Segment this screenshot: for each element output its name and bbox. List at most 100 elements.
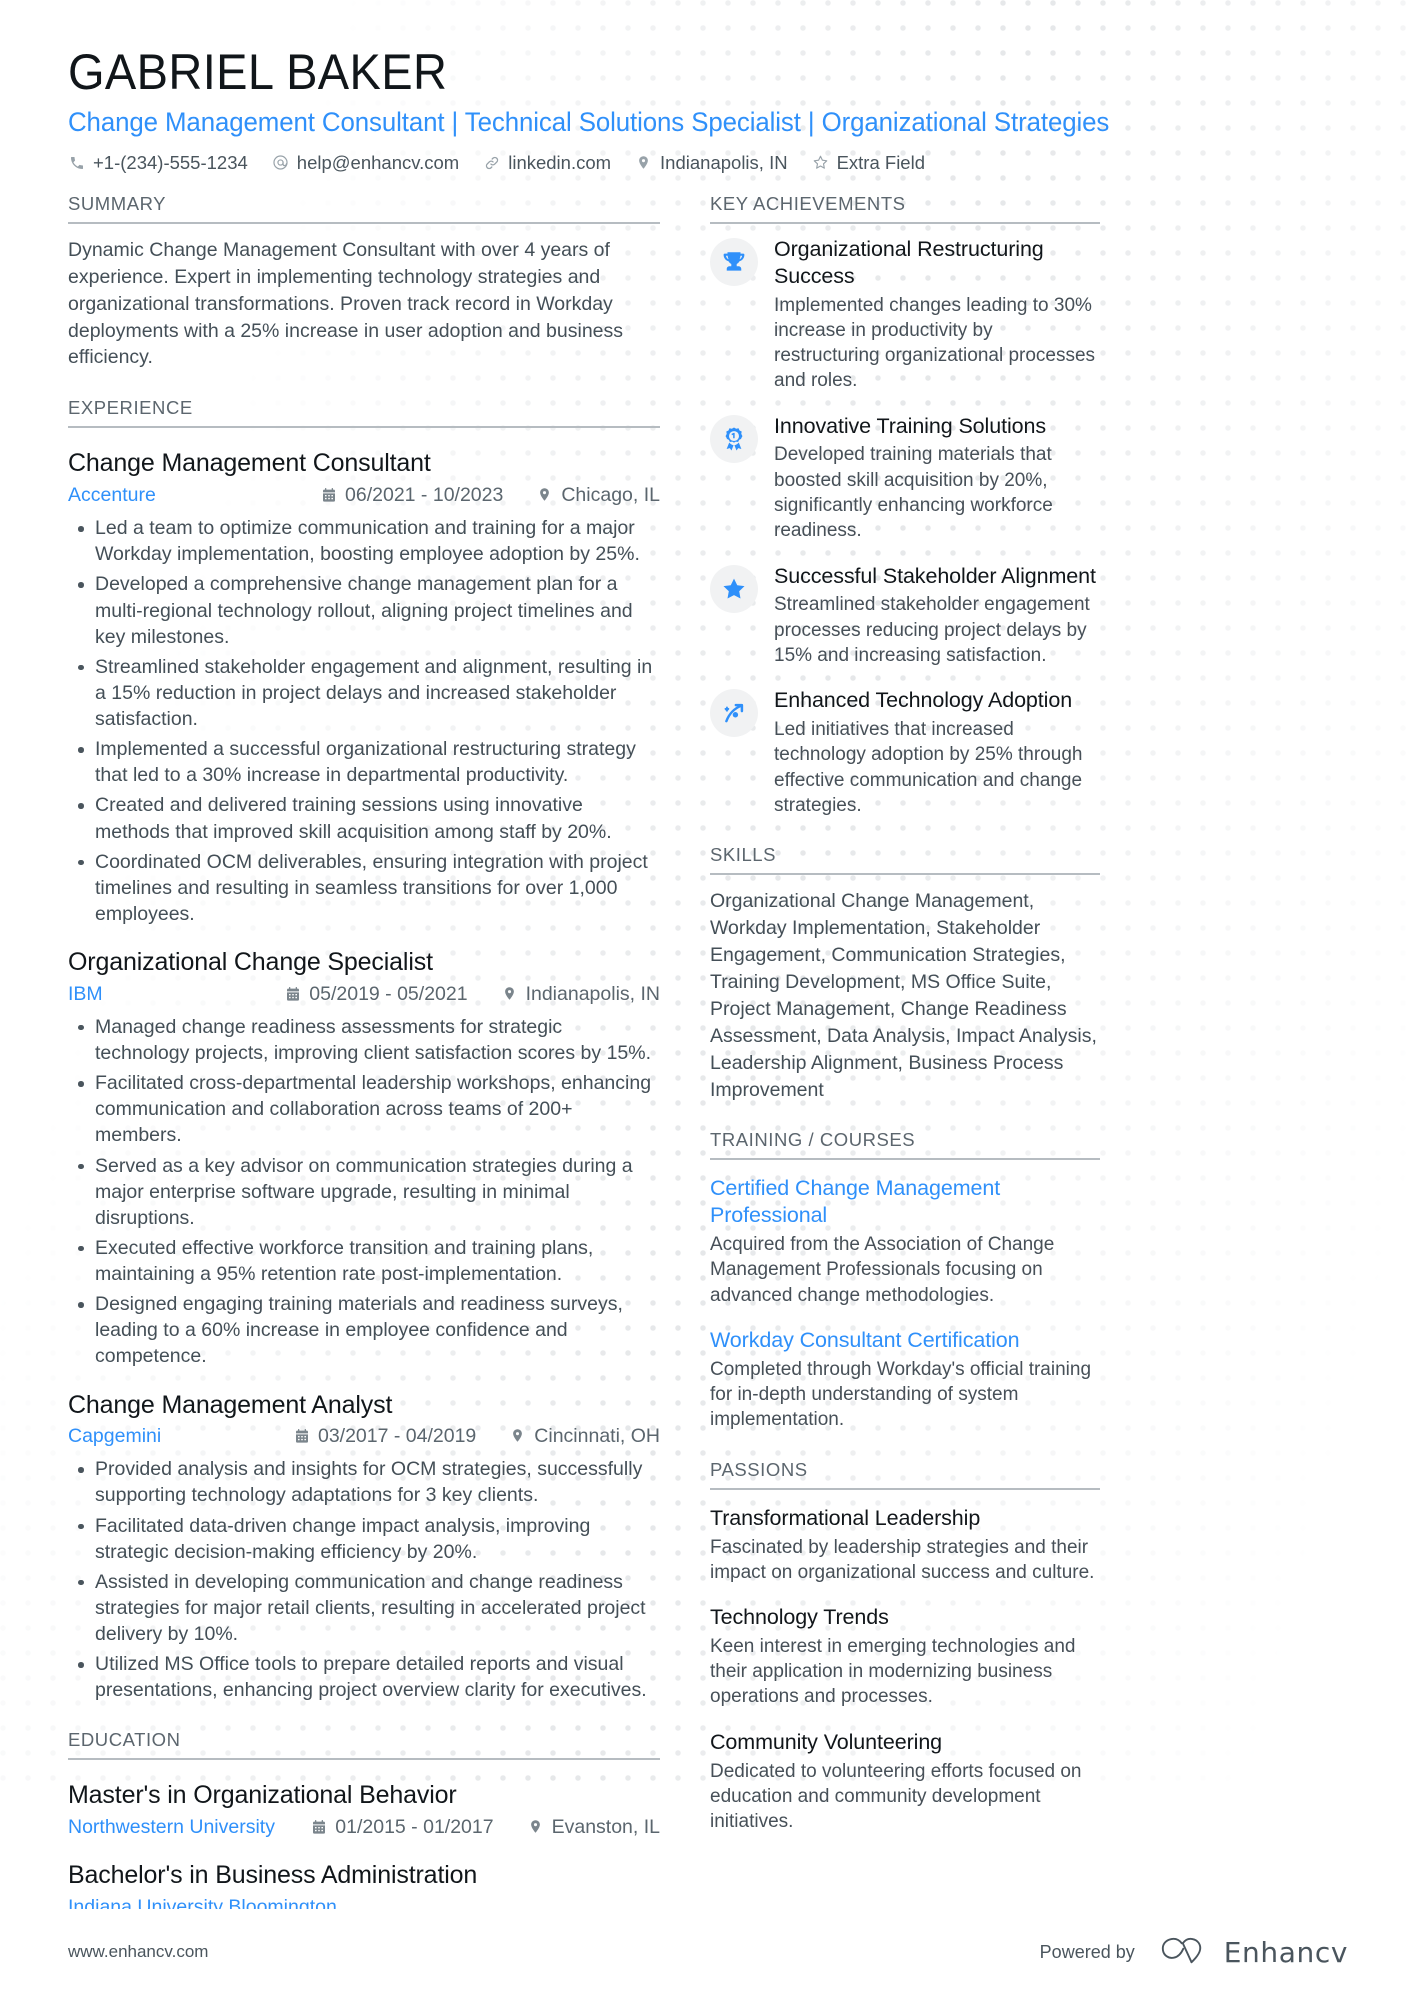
enhancv-mark-icon bbox=[1157, 1935, 1211, 1970]
contact-location: Indianapolis, IN bbox=[635, 152, 788, 174]
experience-bullet: Designed engaging training materials and… bbox=[68, 1291, 660, 1369]
passion-description: Fascinated by leadership strategies and … bbox=[710, 1536, 1095, 1583]
powered-by-label: Powered by bbox=[1039, 1941, 1135, 1962]
education-school[interactable]: Northwestern University bbox=[68, 1815, 275, 1840]
experience-role: Organizational Change Specialist bbox=[68, 948, 433, 977]
calendar-icon bbox=[311, 1819, 327, 1835]
location-pin-icon bbox=[502, 985, 518, 1001]
education-dates: 01/2015 - 01/2017 bbox=[311, 1815, 494, 1840]
location-pin-icon bbox=[537, 486, 553, 502]
achievement-description: Developed training materials that booste… bbox=[774, 444, 1053, 542]
experience-role: Change Management Consultant bbox=[68, 449, 431, 478]
experience-company[interactable]: IBM bbox=[68, 982, 103, 1007]
contact-linkedin[interactable]: linkedin.com bbox=[483, 152, 611, 174]
resume-page: GABRIEL BAKER Change Management Consulta… bbox=[0, 0, 1410, 1995]
star-filled-icon bbox=[710, 564, 758, 613]
right-column: KEY ACHIEVEMENTS Organizational Restruct… bbox=[710, 193, 1100, 1835]
experience-bullet: Developed a comprehensive change managem… bbox=[68, 571, 660, 649]
experience-bullet: Streamlined stakeholder engagement and a… bbox=[68, 654, 660, 732]
achievement-description: Led initiatives that increased technolog… bbox=[774, 719, 1083, 816]
experience-bullet: Led a team to optimize communication and… bbox=[68, 515, 660, 567]
experience-bullet: Coordinated OCM deliverables, ensuring i… bbox=[68, 849, 660, 927]
passion-title: Community Volunteering bbox=[710, 1729, 943, 1754]
email-icon bbox=[272, 154, 289, 171]
star-outline-icon bbox=[812, 154, 829, 171]
location-pin-icon bbox=[635, 154, 652, 171]
passion-item: Transformational Leadership Fascinated by… bbox=[710, 1505, 1100, 1585]
footer-branding: Powered by Enhancv bbox=[1040, 1935, 1348, 1970]
experience-entry: Change Management Consultant Accenture 06/… bbox=[68, 448, 660, 927]
left-column: SUMMARY Dynamic Change Management Consul… bbox=[68, 193, 660, 1950]
achievement-item: Enhanced Technology Adoption Led initiati… bbox=[710, 687, 1100, 818]
section-title-education: EDUCATION bbox=[68, 1729, 660, 1761]
phone-icon bbox=[68, 154, 85, 171]
section-skills: SKILLS Organizational Change Management,… bbox=[710, 844, 1100, 1103]
training-description: Completed through Workday's official tra… bbox=[710, 1358, 1092, 1431]
passion-item: Community Volunteering Dedicated to volun… bbox=[710, 1729, 1100, 1835]
achievement-title: Innovative Training Solutions bbox=[774, 413, 1046, 438]
training-item: Workday Consultant Certification Complete… bbox=[710, 1327, 1100, 1433]
achievement-title: Successful Stakeholder Alignment bbox=[774, 563, 1096, 588]
achievement-title: Organizational Restructuring Success bbox=[774, 236, 1044, 288]
achievement-item: Innovative Training Solutions Developed t… bbox=[710, 413, 1100, 544]
training-item: Certified Change Management Professional… bbox=[710, 1175, 1100, 1308]
experience-bullet: Facilitated cross-departmental leadershi… bbox=[68, 1070, 660, 1148]
location-pin-icon bbox=[528, 1818, 544, 1834]
experience-bullets: Provided analysis and insights for OCM s… bbox=[68, 1456, 660, 1703]
education-location: Evanston, IL bbox=[528, 1815, 660, 1840]
experience-dates-text: 03/2017 - 04/2019 bbox=[317, 1425, 477, 1448]
passion-title: Technology Trends bbox=[710, 1605, 889, 1630]
experience-location-text: Indianapolis, IN bbox=[525, 982, 660, 1005]
passion-description: Dedicated to volunteering efforts focuse… bbox=[710, 1760, 1082, 1833]
calendar-icon bbox=[321, 487, 337, 503]
achievement-item: Successful Stakeholder Alignment Streamli… bbox=[710, 563, 1100, 669]
contact-row: +1-(234)-555-1234 help@enhancv.com linke… bbox=[68, 152, 1350, 174]
training-title[interactable]: Workday Consultant Certification bbox=[710, 1327, 1100, 1354]
section-summary: SUMMARY Dynamic Change Management Consul… bbox=[68, 193, 660, 372]
experience-bullets: Managed change readiness assessments for… bbox=[68, 1014, 660, 1370]
experience-bullet: Managed change readiness assessments for… bbox=[68, 1014, 660, 1066]
experience-bullet: Implemented a successful organizational … bbox=[68, 736, 660, 788]
contact-phone[interactable]: +1-(234)-555-1234 bbox=[68, 152, 248, 174]
achievement-items: Organizational Restructuring Success Impl… bbox=[710, 236, 1100, 818]
experience-bullet: Facilitated data-driven change impact an… bbox=[68, 1513, 660, 1565]
enhancv-logo: Enhancv bbox=[1157, 1935, 1348, 1970]
footer-website-url[interactable]: www.enhancv.com bbox=[68, 1942, 208, 1962]
experience-location-text: Chicago, IL bbox=[561, 483, 660, 506]
experience-company[interactable]: Capgemini bbox=[68, 1424, 161, 1449]
achievement-body: Organizational Restructuring Success Impl… bbox=[774, 236, 1100, 394]
section-key-achievements: KEY ACHIEVEMENTS Organizational Restruct… bbox=[710, 193, 1100, 818]
experience-company[interactable]: Accenture bbox=[68, 483, 156, 508]
section-experience: EXPERIENCE Change Management Consultant A… bbox=[68, 397, 660, 1703]
section-passions: PASSIONS Transformational Leadership Fasc… bbox=[710, 1459, 1100, 1835]
contact-email-text: help@enhancv.com bbox=[296, 151, 460, 173]
contact-email[interactable]: help@enhancv.com bbox=[272, 152, 459, 174]
experience-location-text: Cincinnati, OH bbox=[534, 1425, 660, 1448]
experience-dates-text: 05/2019 - 05/2021 bbox=[309, 982, 468, 1005]
resume-content: GABRIEL BAKER Change Management Consulta… bbox=[0, 0, 1410, 1950]
contact-linkedin-text: linkedin.com bbox=[508, 151, 612, 173]
experience-bullet: Provided analysis and insights for OCM s… bbox=[68, 1456, 660, 1508]
achievement-body: Innovative Training Solutions Developed t… bbox=[774, 413, 1100, 544]
contact-phone-text: +1-(234)-555-1234 bbox=[93, 151, 248, 173]
resume-header: GABRIEL BAKER Change Management Consulta… bbox=[68, 44, 1350, 174]
education-degree: Bachelor's in Business Administration bbox=[68, 1861, 478, 1890]
candidate-headline: Change Management Consultant | Technical… bbox=[68, 107, 1110, 137]
section-title-training-courses: TRAINING / COURSES bbox=[710, 1129, 1100, 1161]
experience-location: Cincinnati, OH bbox=[510, 1424, 660, 1449]
experience-entry: Change Management Analyst Capgemini 03/201… bbox=[68, 1390, 660, 1704]
passion-items: Transformational Leadership Fascinated by… bbox=[710, 1505, 1100, 1835]
experience-bullet: Utilized MS Office tools to prepare deta… bbox=[68, 1651, 660, 1703]
experience-location: Chicago, IL bbox=[537, 483, 660, 508]
passion-title: Transformational Leadership bbox=[710, 1505, 981, 1530]
rising-arrow-icon bbox=[710, 689, 758, 738]
experience-meta: IBM 05/2019 - 05/2021 Indianapolis, IN bbox=[68, 982, 660, 1007]
section-title-passions: PASSIONS bbox=[710, 1459, 1100, 1490]
summary-text: Dynamic Change Management Consultant wit… bbox=[68, 238, 624, 369]
training-title[interactable]: Certified Change Management Professional bbox=[710, 1175, 1100, 1229]
candidate-name: GABRIEL BAKER bbox=[68, 44, 448, 100]
experience-bullet: Executed effective workforce transition … bbox=[68, 1235, 660, 1287]
skills-text: Organizational Change Management, Workda… bbox=[710, 890, 1097, 1101]
experience-dates: 03/2017 - 04/2019 bbox=[294, 1424, 476, 1449]
experience-entry: Organizational Change Specialist IBM 05/20… bbox=[68, 947, 660, 1369]
